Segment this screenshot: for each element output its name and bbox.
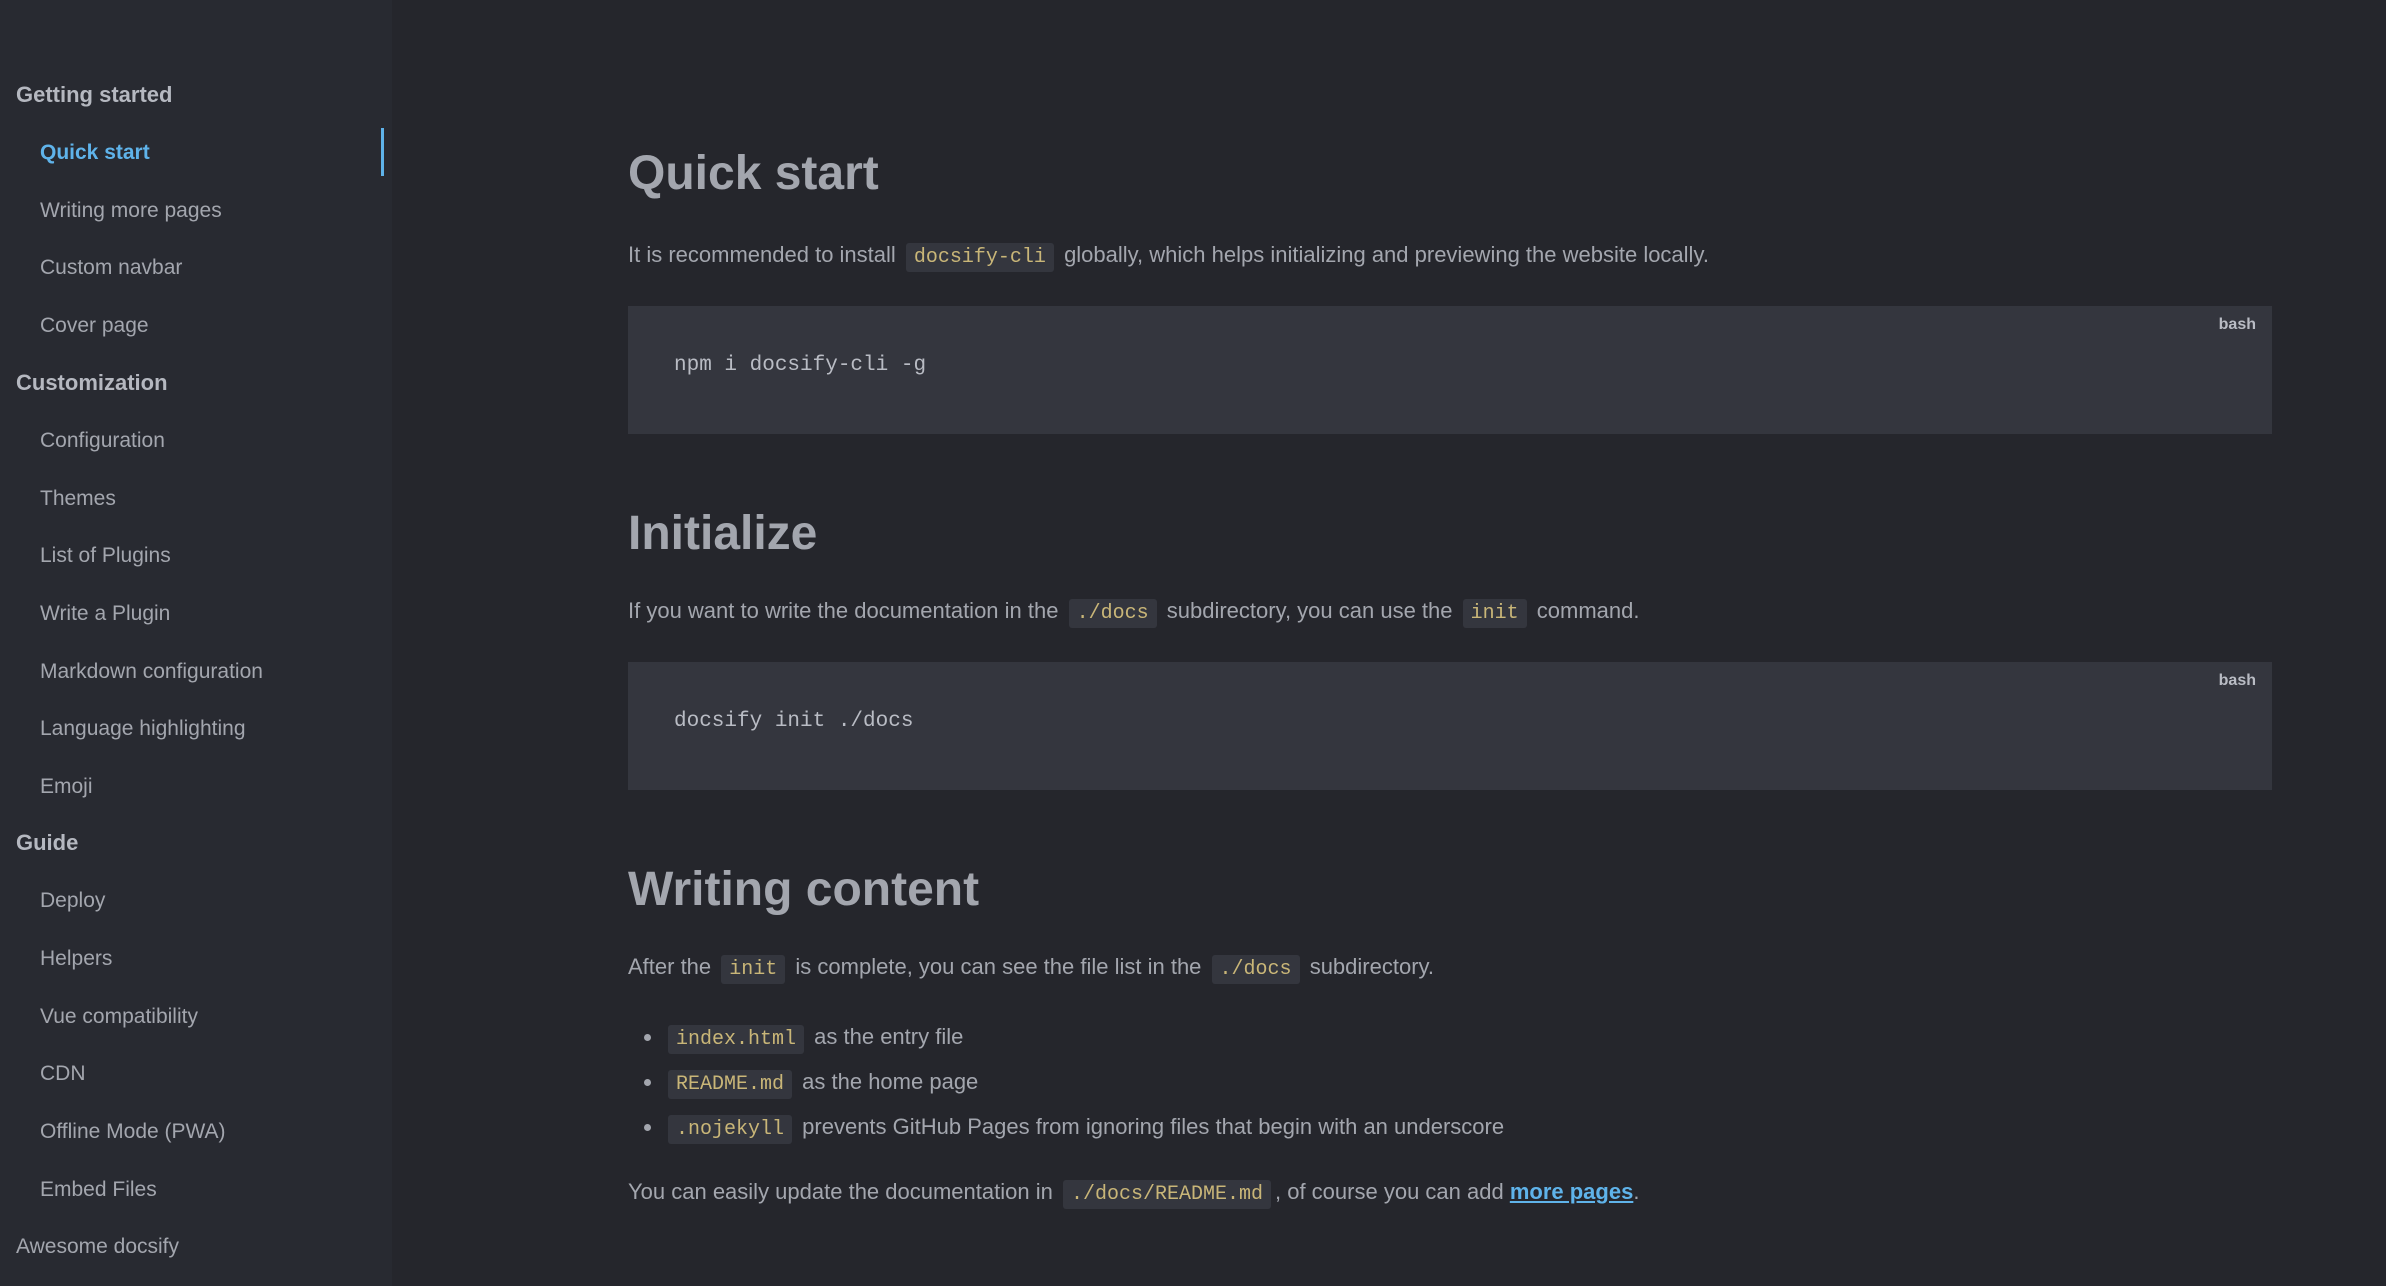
heading-initialize[interactable]: Initialize [628,504,817,564]
sidebar-item-writing-more-pages[interactable]: Writing more pages [40,196,222,226]
initialize-text-2: subdirectory, you can use the [1166,598,1453,623]
writing-text-3: subdirectory. [1309,954,1434,979]
code-language-label: bash [2218,672,2256,689]
sidebar-item-offline-mode[interactable]: Offline Mode (PWA) [40,1117,226,1147]
list-item: README.md as the home page [628,1061,1504,1106]
quick-start-text-1: It is recommended to install [628,242,896,267]
sidebar-item-configuration[interactable]: Configuration [40,426,165,456]
inline-code-docs: ./docs [1211,955,1300,984]
sidebar-item-cover-page[interactable]: Cover page [40,311,149,341]
code-text[interactable]: npm i docsify-cli -g [674,354,926,377]
writing-text-1: After the [628,954,712,979]
final-text-1: You can easily update the documentation … [628,1179,1053,1204]
sidebar-item-language-highlighting[interactable]: Language highlighting [40,714,246,744]
bullet-icon [644,1034,651,1041]
more-pages-link[interactable]: more pages [1510,1179,1634,1204]
file-list: index.html as the entry file README.md a… [628,1016,1504,1151]
inline-code-docs: ./docs [1068,599,1157,628]
sidebar-item-emoji[interactable]: Emoji [40,772,93,802]
writing-text-2: is complete, you can see the file list i… [795,954,1202,979]
inline-code-init: init [721,955,786,984]
inline-code-init: init [1462,599,1527,628]
code-text[interactable]: docsify init ./docs [674,710,913,733]
inline-code-file: index.html [668,1025,805,1054]
writing-final-paragraph: You can easily update the documentation … [628,1175,1639,1212]
sidebar-item-write-a-plugin[interactable]: Write a Plugin [40,599,170,629]
initialize-text-1: If you want to write the documentation i… [628,598,1059,623]
sidebar-item-vue-compatibility[interactable]: Vue compatibility [40,1002,198,1032]
list-item: .nojekyll prevents GitHub Pages from ign… [628,1106,1504,1151]
inline-code-file: README.md [668,1070,793,1099]
inline-code-docsify-cli: docsify-cli [905,243,1054,272]
inline-code-readme: ./docs/README.md [1062,1180,1271,1209]
sidebar-item-list-of-plugins[interactable]: List of Plugins [40,541,171,571]
sidebar-group-customization[interactable]: Customization [16,368,168,398]
quick-start-text-2: globally, which helps initializing and p… [1064,242,1709,267]
sidebar-item-cdn[interactable]: CDN [40,1059,86,1089]
list-item-text: prevents GitHub Pages from ignoring file… [802,1114,1505,1139]
list-item-text: as the home page [802,1069,979,1094]
list-item-text: as the entry file [814,1024,964,1049]
sidebar-item-themes[interactable]: Themes [40,484,116,514]
final-text-3: . [1633,1179,1640,1204]
initialize-paragraph: If you want to write the documentation i… [628,594,1640,631]
sidebar-item-helpers[interactable]: Helpers [40,944,112,974]
bullet-icon [644,1079,651,1086]
heading-quick-start[interactable]: Quick start [628,144,879,204]
writing-paragraph: After the init is complete, you can see … [628,950,1434,987]
sidebar-item-embed-files[interactable]: Embed Files [40,1175,157,1205]
quick-start-paragraph: It is recommended to install docsify-cli… [628,238,1709,275]
bullet-icon [644,1124,651,1131]
final-text-2: , of course you can add [1275,1179,1504,1204]
initialize-text-3: command. [1536,598,1640,623]
inline-code-file: .nojekyll [668,1115,793,1144]
sidebar-item-quick-start[interactable]: Quick start [40,138,150,168]
code-block-init[interactable]: bash docsify init ./docs [628,662,2272,790]
list-item: index.html as the entry file [628,1016,1504,1061]
sidebar-item-markdown-configuration[interactable]: Markdown configuration [40,657,263,687]
sidebar-item-awesome-docsify[interactable]: Awesome docsify [16,1232,179,1262]
sidebar-item-custom-navbar[interactable]: Custom navbar [40,253,182,283]
code-language-label: bash [2218,316,2256,333]
sidebar: Getting started Quick start Writing more… [0,0,392,1286]
code-block-install[interactable]: bash npm i docsify-cli -g [628,306,2272,434]
sidebar-group-guide[interactable]: Guide [16,828,78,858]
sidebar-group-getting-started[interactable]: Getting started [16,80,172,110]
sidebar-item-deploy[interactable]: Deploy [40,886,105,916]
heading-writing-content[interactable]: Writing content [628,860,979,920]
sidebar-active-indicator [381,128,384,176]
